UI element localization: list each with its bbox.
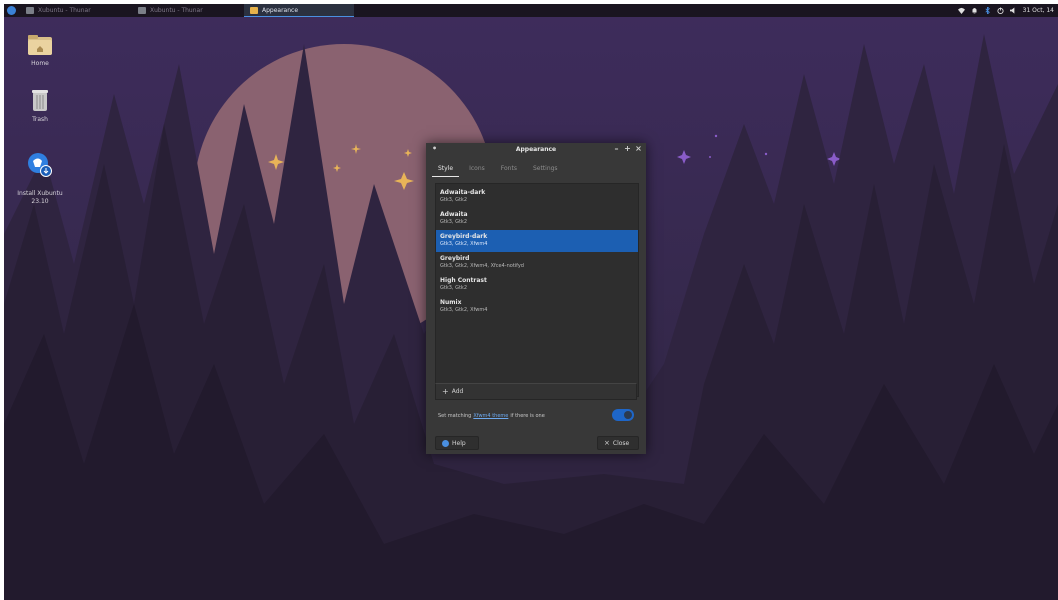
desktop-screen: Xubuntu - Thunar Xubuntu - Thunar Appear…: [4, 4, 1058, 600]
desktop-icon-trash[interactable]: Trash: [10, 88, 70, 124]
maximize-icon[interactable]: +: [623, 144, 632, 153]
theme-item-high-contrast[interactable]: High Contrast Gtk3, Gtk2: [436, 274, 638, 296]
match-text-after: if there is one: [510, 413, 545, 419]
tab-settings[interactable]: Settings: [527, 163, 564, 177]
close-label: Close: [612, 439, 630, 447]
add-theme-button[interactable]: + Add: [435, 383, 637, 400]
close-window-icon[interactable]: ×: [634, 144, 643, 153]
taskbar-item-appearance[interactable]: Appearance: [244, 4, 354, 17]
appearance-dialog: • Appearance – + × Style Icons Fonts Set…: [426, 143, 646, 454]
theme-item-greybird[interactable]: Greybird Gtk3, Gtk2, Xfwm4, Xfce4-notify…: [436, 252, 638, 274]
desktop-icon-install-xubuntu[interactable]: Install Xubuntu 23.10: [10, 144, 70, 214]
taskbar-item-thunar-2[interactable]: Xubuntu - Thunar: [132, 4, 242, 17]
wifi-icon[interactable]: [957, 7, 965, 14]
top-panel: Xubuntu - Thunar Xubuntu - Thunar Appear…: [4, 4, 1058, 17]
theme-name: Adwaita-dark: [440, 189, 486, 196]
theme-desc: Gtk3, Gtk2, Xfwm4, Xfce4-notifyd: [440, 263, 524, 269]
tab-bar: Style Icons Fonts Settings: [432, 163, 564, 177]
minimize-icon[interactable]: –: [612, 144, 621, 153]
match-text-before: Set matching: [438, 413, 472, 419]
theme-desc: Gtk3, Gtk2, Xfwm4: [440, 307, 488, 313]
theme-name: Adwaita: [440, 211, 468, 218]
desktop-icon-home[interactable]: Home: [10, 34, 70, 68]
plus-icon: +: [442, 386, 449, 396]
theme-name: Greybird: [440, 255, 470, 262]
theme-desc: Gtk3, Gtk2, Xfwm4: [440, 241, 488, 247]
taskbar-item-thunar-1[interactable]: Xubuntu - Thunar: [20, 4, 130, 17]
theme-name: Greybird-dark: [440, 233, 488, 240]
dialog-titlebar[interactable]: • Appearance – + ×: [426, 143, 646, 155]
window-menu-icon[interactable]: •: [430, 144, 439, 153]
theme-list[interactable]: Adwaita-dark Gtk3, Gtk2 Adwaita Gtk3, Gt…: [435, 183, 639, 397]
tab-icons[interactable]: Icons: [463, 163, 491, 177]
matching-theme-row: Set matching Xfwm4 theme if there is one: [438, 410, 638, 422]
help-icon: [442, 439, 449, 447]
theme-item-numix[interactable]: Numix Gtk3, Gtk2, Xfwm4: [436, 296, 638, 318]
toggle-knob: [624, 411, 632, 419]
add-label: Add: [451, 388, 464, 395]
matching-theme-toggle[interactable]: [612, 409, 634, 421]
help-button[interactable]: Help: [435, 436, 479, 450]
power-icon[interactable]: [997, 7, 1004, 14]
whisker-menu-icon[interactable]: [7, 6, 16, 15]
theme-desc: Gtk3, Gtk2: [440, 197, 468, 203]
bluetooth-icon[interactable]: [984, 7, 991, 14]
xfwm4-theme-link[interactable]: Xfwm4 theme: [473, 413, 508, 419]
theme-item-adwaita-dark[interactable]: Adwaita-dark Gtk3, Gtk2: [436, 186, 638, 208]
tab-fonts[interactable]: Fonts: [495, 163, 523, 177]
taskbar-item-label: Appearance: [262, 6, 299, 14]
tab-style[interactable]: Style: [432, 163, 460, 177]
help-label: Help: [452, 439, 466, 447]
folder-icon: [26, 7, 34, 14]
system-tray: 31 Oct, 14: [957, 4, 1054, 17]
theme-name: High Contrast: [440, 277, 487, 284]
taskbar-item-label: Xubuntu - Thunar: [150, 7, 203, 14]
taskbar-item-label: Xubuntu - Thunar: [38, 7, 91, 14]
close-icon: ×: [604, 439, 610, 447]
close-button[interactable]: × Close: [597, 436, 639, 450]
folder-icon: [138, 7, 146, 14]
dialog-title: Appearance: [515, 145, 557, 153]
home-folder-icon: [28, 35, 52, 55]
theme-item-greybird-dark[interactable]: Greybird-dark Gtk3, Gtk2, Xfwm4: [436, 230, 638, 252]
clock[interactable]: 31 Oct, 14: [1023, 7, 1054, 14]
notification-bell-icon[interactable]: [971, 7, 978, 14]
desktop-icon-label: Trash: [32, 116, 48, 123]
theme-name: Numix: [440, 299, 462, 306]
theme-item-adwaita[interactable]: Adwaita Gtk3, Gtk2: [436, 208, 638, 230]
volume-icon[interactable]: [1009, 7, 1017, 14]
trash-icon: [32, 90, 48, 111]
install-xubuntu-icon: [28, 153, 52, 177]
appearance-icon: [250, 6, 258, 14]
theme-desc: Gtk3, Gtk2: [440, 285, 468, 291]
theme-desc: Gtk3, Gtk2: [440, 219, 468, 225]
desktop-icon-label: Home: [31, 60, 49, 67]
desktop-icon-label: Install Xubuntu 23.10: [17, 190, 63, 205]
